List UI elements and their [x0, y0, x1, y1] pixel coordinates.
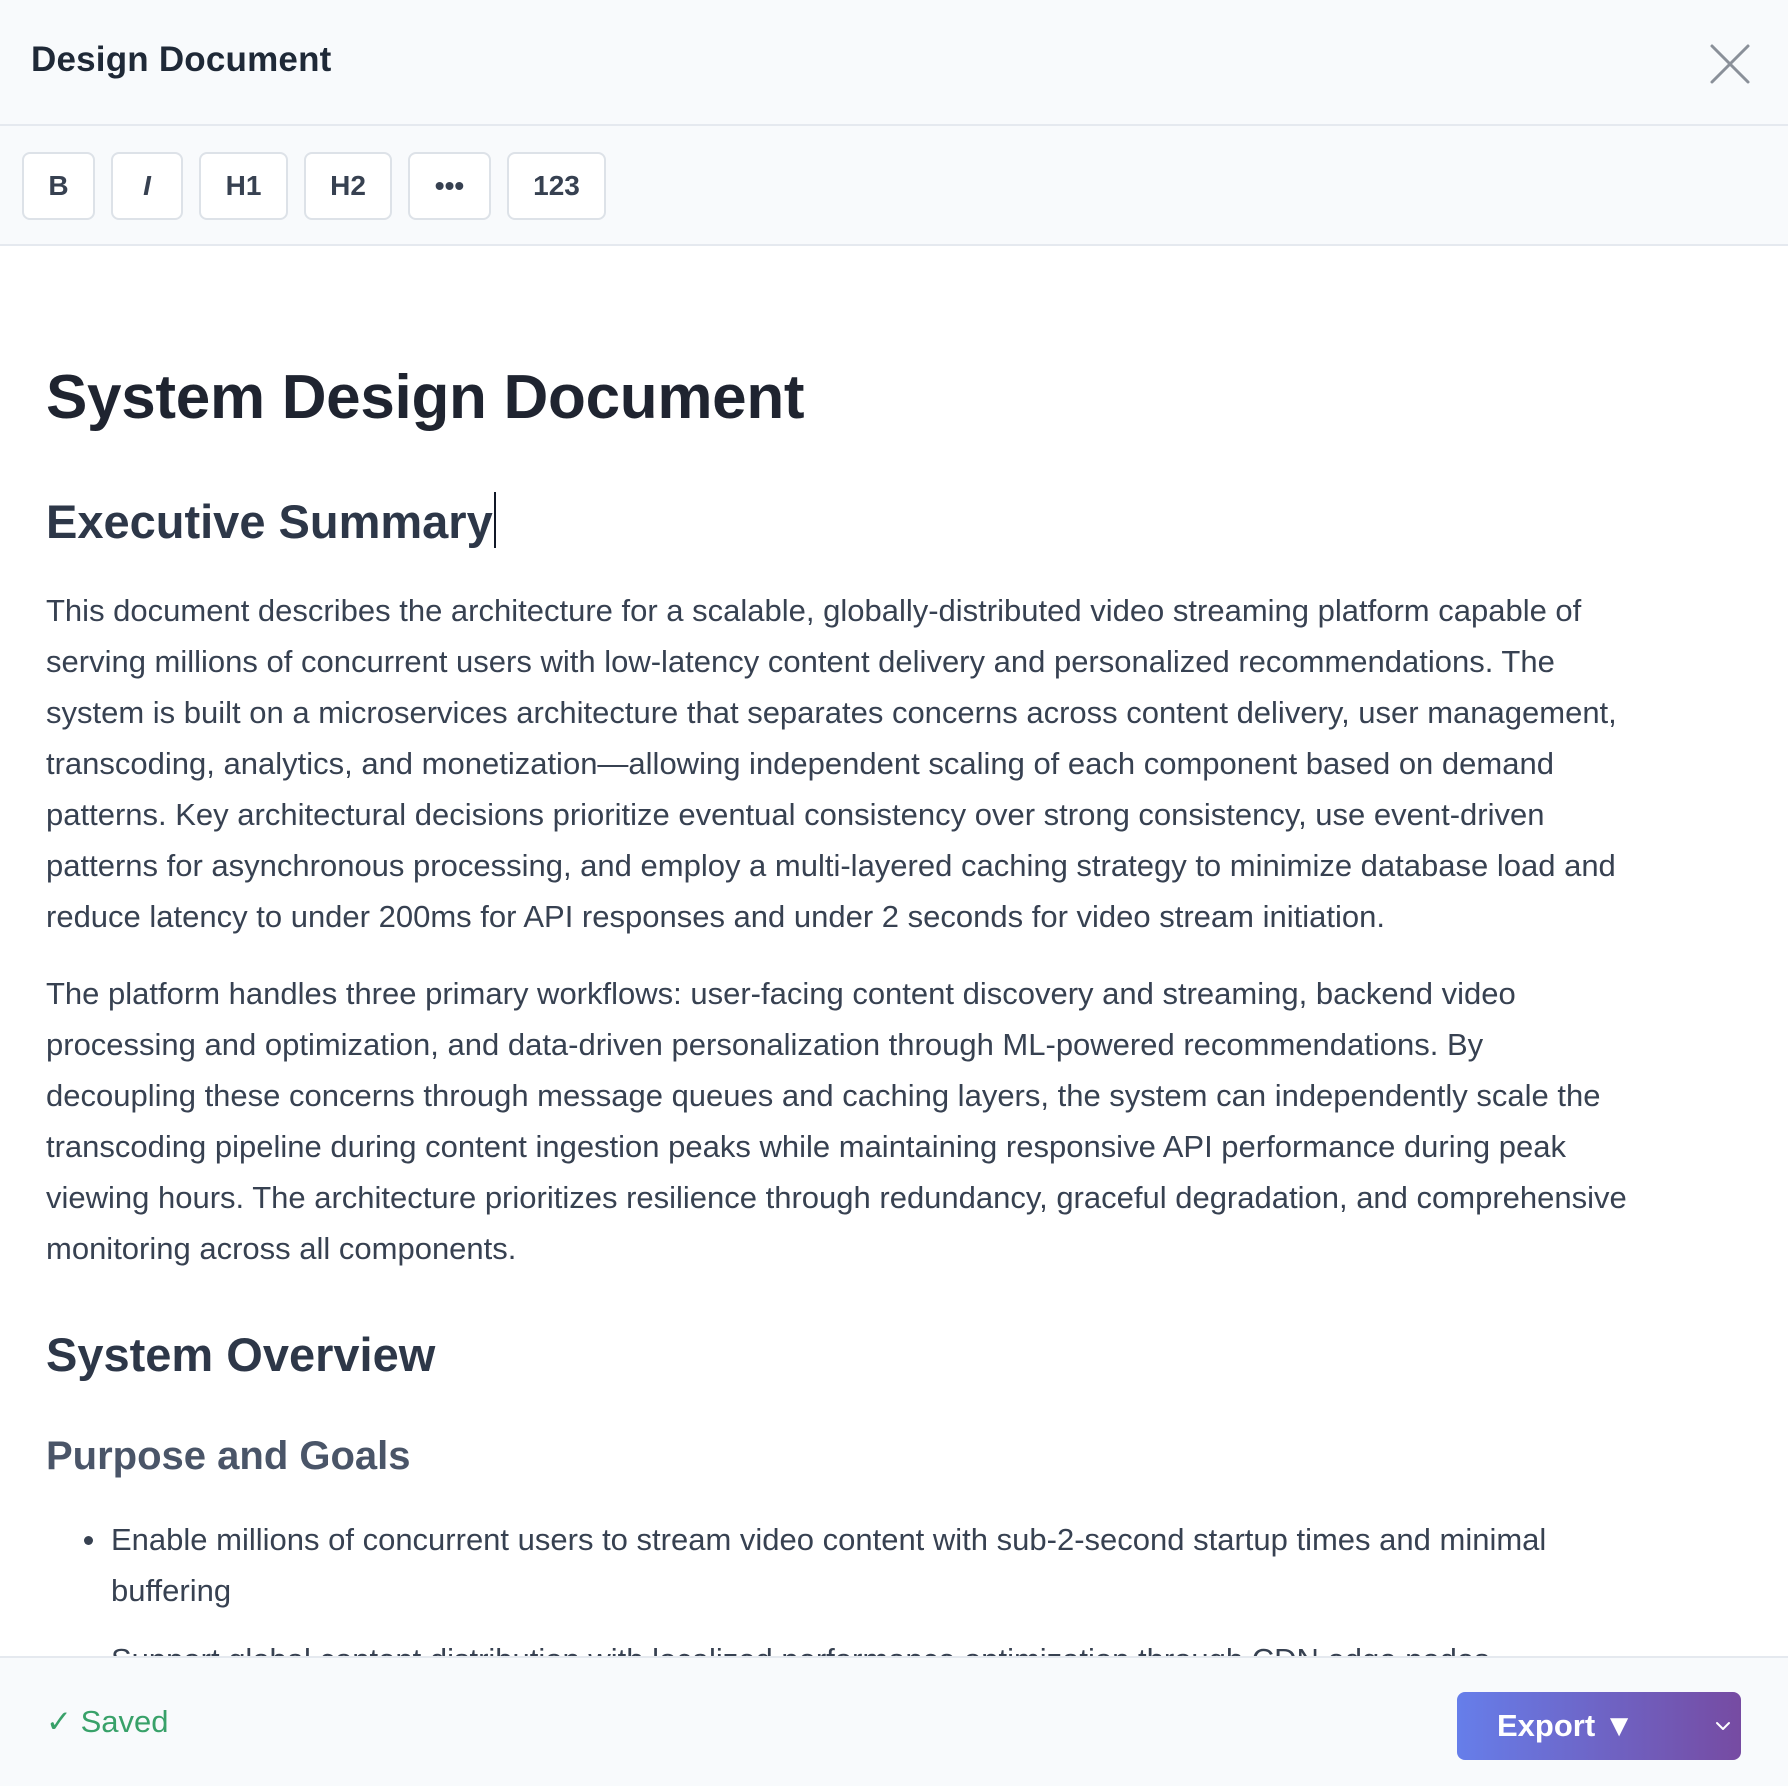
paragraph-line: processing and optimization, and data-dr… [46, 1027, 1484, 1062]
italic-button-label: I [143, 170, 151, 201]
paragraph-line: patterns. Key architectural decisions pr… [46, 797, 1545, 832]
export-button-label: Export ▼ [1497, 1708, 1635, 1743]
heading1-button[interactable]: H1 [199, 152, 288, 220]
design-document-modal: Design Document B I H1 H2 ••• 123 System… [0, 0, 1788, 1786]
bullet-list-button[interactable]: ••• [408, 152, 491, 220]
heading2-button[interactable]: H2 [304, 152, 392, 220]
close-icon [1710, 44, 1750, 84]
modal-title: Design Document [31, 40, 332, 79]
export-button[interactable]: Export ▼ [1457, 1692, 1741, 1760]
document-title: System Design Document [46, 363, 805, 432]
paragraph: This document describes the architecture… [46, 585, 1746, 942]
paragraph-line: viewing hours. The architecture prioriti… [46, 1180, 1627, 1215]
list-item: Enable millions of concurrent users to s… [46, 1514, 1726, 1616]
numbered-list-button-label: 123 [533, 170, 580, 201]
paragraph-line: patterns for asynchronous processing, an… [46, 848, 1616, 883]
paragraph-line: reduce latency to under 200ms for API re… [46, 899, 1385, 934]
heading2-button-label: H2 [330, 170, 366, 201]
section-heading-system-overview: System Overview [46, 1328, 436, 1381]
paragraph-line: system is built on a microservices archi… [46, 695, 1617, 730]
paragraph-line: monitoring across all components. [46, 1231, 517, 1266]
paragraph-line: serving millions of concurrent users wit… [46, 644, 1555, 679]
subsection-heading-purpose-and-goals: Purpose and Goals [46, 1434, 411, 1478]
modal-footer: ✓ Saved Export ▼ [0, 1656, 1788, 1786]
goals-list: Enable millions of concurrent users to s… [46, 1514, 1726, 1656]
list-item-line: Support global content distribution with… [111, 1634, 1726, 1656]
document-editor[interactable]: System Design Document Executive Summary… [0, 246, 1788, 1656]
bold-button-label: B [48, 170, 69, 201]
bullet-list-button-label: ••• [434, 170, 465, 201]
italic-button[interactable]: I [111, 152, 183, 220]
heading1-button-label: H1 [225, 170, 262, 201]
export-dropdown-toggle[interactable] [1705, 1692, 1741, 1760]
paragraph-line: transcoding pipeline during content inge… [46, 1129, 1566, 1164]
list-item: Support global content distribution with… [46, 1634, 1726, 1656]
list-item-line: Enable millions of concurrent users to s… [111, 1522, 1547, 1557]
modal-header: Design Document [0, 0, 1788, 126]
section-heading-executive-summary: Executive Summary [46, 492, 496, 549]
close-button[interactable] [1702, 36, 1758, 92]
paragraph: The platform handles three primary workf… [46, 968, 1746, 1274]
chevron-down-icon [1716, 1722, 1730, 1730]
paragraph-line: transcoding, analytics, and monetization… [46, 746, 1554, 781]
section-heading-text: Executive Summary [46, 495, 493, 548]
paragraph-line: The platform handles three primary workf… [46, 976, 1516, 1011]
save-status: ✓ Saved [46, 1704, 169, 1739]
formatting-toolbar: B I H1 H2 ••• 123 [0, 126, 1788, 246]
bold-button[interactable]: B [22, 152, 95, 220]
paragraph-line: This document describes the architecture… [46, 593, 1582, 628]
list-item-line: buffering [111, 1573, 232, 1608]
numbered-list-button[interactable]: 123 [507, 152, 606, 220]
text-cursor [493, 492, 496, 548]
paragraph-line: decoupling these concerns through messag… [46, 1078, 1601, 1113]
